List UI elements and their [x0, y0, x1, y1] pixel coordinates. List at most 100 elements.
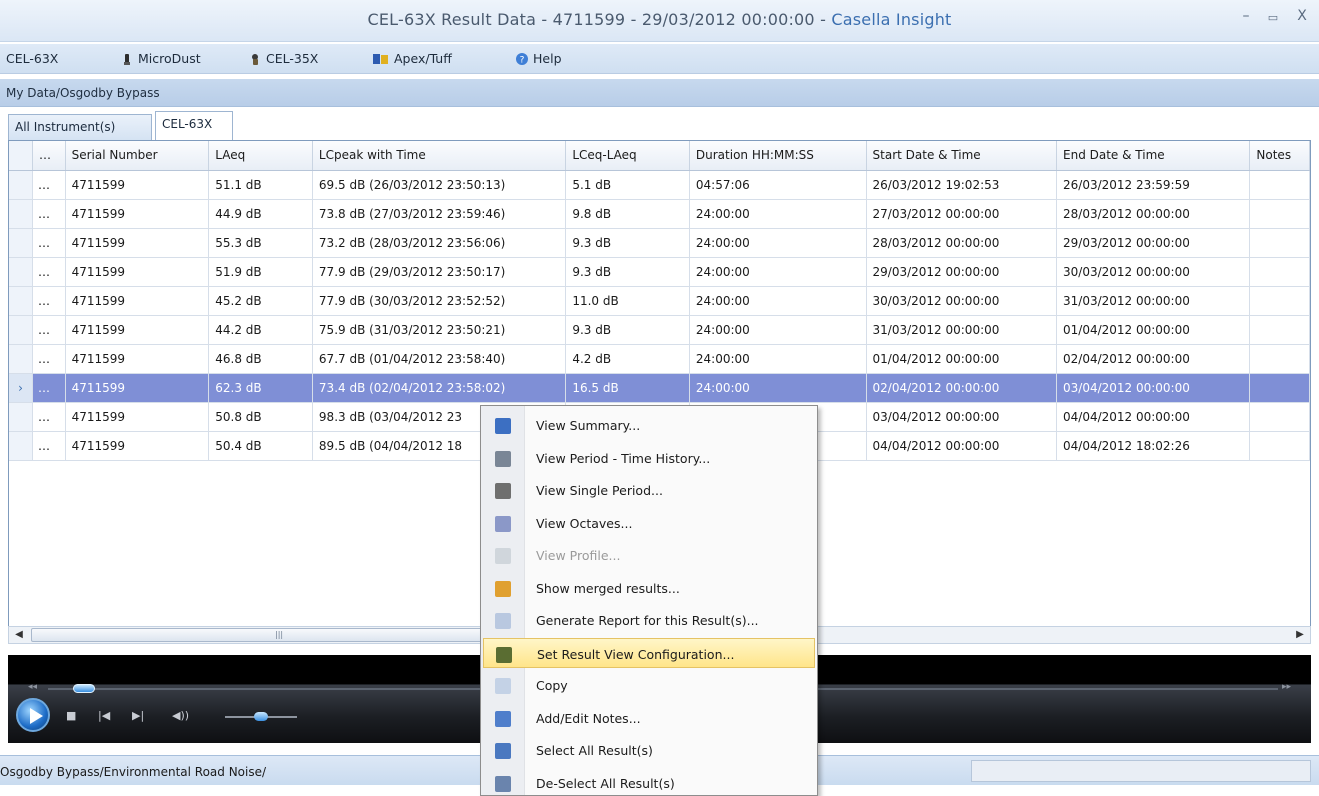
- cell-laeq[interactable]: 55.3 dB: [208, 228, 313, 258]
- cell-laeq[interactable]: 50.8 dB: [208, 402, 313, 432]
- cell-notes[interactable]: [1249, 402, 1310, 432]
- row-selector[interactable]: ›: [9, 373, 33, 403]
- cell-duration[interactable]: 24:00:00: [689, 373, 867, 403]
- cell-laeq[interactable]: 46.8 dB: [208, 344, 313, 374]
- cell-end-date[interactable]: 28/03/2012 00:00:00: [1056, 199, 1251, 229]
- column-header-lcpeak[interactable]: LCpeak with Time: [312, 141, 567, 171]
- table-row[interactable]: … 4711599 55.3 dB 73.2 dB (28/03/2012 23:56…: [9, 228, 1310, 258]
- column-header-end-date[interactable]: End Date & Time: [1056, 141, 1251, 171]
- cell-duration[interactable]: 24:00:00: [689, 257, 867, 287]
- row-selector[interactable]: [9, 228, 33, 258]
- cell-serial-number[interactable]: 4711599: [65, 431, 210, 461]
- table-row[interactable]: … 4711599 46.8 dB 67.7 dB (01/04/2012 23:58…: [9, 344, 1310, 374]
- cell-lcpeak[interactable]: 67.7 dB (01/04/2012 23:58:40): [312, 344, 567, 374]
- context-menu-item[interactable]: View Octaves...: [483, 508, 815, 538]
- cell-duration[interactable]: 04:57:06: [689, 170, 867, 200]
- cell-serial-number[interactable]: 4711599: [65, 170, 210, 200]
- cell-laeq[interactable]: 44.9 dB: [208, 199, 313, 229]
- cell-notes[interactable]: [1249, 257, 1310, 287]
- cell-lceq-laeq[interactable]: 9.3 dB: [565, 257, 690, 287]
- cell-notes[interactable]: [1249, 344, 1310, 374]
- cell-lcpeak[interactable]: 75.9 dB (31/03/2012 23:50:21): [312, 315, 567, 345]
- cell-lcpeak[interactable]: 77.9 dB (30/03/2012 23:52:52): [312, 286, 567, 316]
- context-menu-item[interactable]: Select All Result(s): [483, 735, 815, 765]
- cell-lcpeak[interactable]: 73.8 dB (27/03/2012 23:59:46): [312, 199, 567, 229]
- fast-forward-icon[interactable]: ▸▸: [1282, 682, 1291, 692]
- cell-serial-number[interactable]: 4711599: [65, 402, 210, 432]
- menu-cel63x[interactable]: CEL-63X: [6, 51, 58, 66]
- context-menu-item[interactable]: View Period - Time History...: [483, 443, 815, 473]
- table-row[interactable]: … 4711599 51.1 dB 69.5 dB (26/03/2012 23:50…: [9, 170, 1310, 200]
- cell-start-date[interactable]: 01/04/2012 00:00:00: [866, 344, 1058, 374]
- volume-handle[interactable]: [254, 712, 268, 721]
- cell-laeq[interactable]: 50.4 dB: [208, 431, 313, 461]
- table-row[interactable]: … 4711599 45.2 dB 77.9 dB (30/03/2012 23:52…: [9, 286, 1310, 316]
- menu-apex-tuff[interactable]: Apex/Tuff: [372, 51, 452, 66]
- cell-laeq[interactable]: 51.1 dB: [208, 170, 313, 200]
- minimize-button[interactable]: –: [1235, 8, 1257, 24]
- cell-ellipsis[interactable]: …: [32, 344, 66, 374]
- cell-notes[interactable]: [1249, 170, 1310, 200]
- close-button[interactable]: X: [1291, 8, 1313, 24]
- cell-laeq[interactable]: 62.3 dB: [208, 373, 313, 403]
- table-row[interactable]: … 4711599 51.9 dB 77.9 dB (29/03/2012 23:50…: [9, 257, 1310, 287]
- cell-lceq-laeq[interactable]: 5.1 dB: [565, 170, 690, 200]
- cell-laeq[interactable]: 51.9 dB: [208, 257, 313, 287]
- cell-start-date[interactable]: 29/03/2012 00:00:00: [866, 257, 1058, 287]
- scroll-right-icon[interactable]: ▶: [1292, 628, 1308, 642]
- row-selector[interactable]: [9, 431, 33, 461]
- cell-notes[interactable]: [1249, 228, 1310, 258]
- cell-end-date[interactable]: 04/04/2012 00:00:00: [1056, 402, 1251, 432]
- cell-lcpeak[interactable]: 73.4 dB (02/04/2012 23:58:02): [312, 373, 567, 403]
- cell-serial-number[interactable]: 4711599: [65, 373, 210, 403]
- cell-ellipsis[interactable]: …: [32, 199, 66, 229]
- tab-cel63x[interactable]: CEL-63X: [155, 111, 233, 141]
- cell-notes[interactable]: [1249, 199, 1310, 229]
- cell-ellipsis[interactable]: …: [32, 257, 66, 287]
- cell-end-date[interactable]: 30/03/2012 00:00:00: [1056, 257, 1251, 287]
- cell-start-date[interactable]: 31/03/2012 00:00:00: [866, 315, 1058, 345]
- column-header-ellipsis[interactable]: …: [32, 141, 66, 171]
- cell-lceq-laeq[interactable]: 9.8 dB: [565, 199, 690, 229]
- row-selector[interactable]: [9, 402, 33, 432]
- context-menu-item[interactable]: View Summary...: [483, 410, 815, 440]
- cell-lceq-laeq[interactable]: 11.0 dB: [565, 286, 690, 316]
- column-header-start-date[interactable]: Start Date & Time: [866, 141, 1058, 171]
- context-menu-item[interactable]: Show merged results...: [483, 573, 815, 603]
- menu-cel35x[interactable]: CEL-35X: [248, 51, 318, 66]
- cell-serial-number[interactable]: 4711599: [65, 257, 210, 287]
- rewind-icon[interactable]: ◂◂: [28, 682, 37, 692]
- cell-lceq-laeq[interactable]: 9.3 dB: [565, 228, 690, 258]
- cell-end-date[interactable]: 29/03/2012 00:00:00: [1056, 228, 1251, 258]
- volume-icon[interactable]: ◀)): [172, 709, 189, 722]
- row-selector[interactable]: [9, 170, 33, 200]
- context-menu-item[interactable]: Generate Report for this Result(s)...: [483, 605, 815, 635]
- context-menu-item[interactable]: De-Select All Result(s): [483, 768, 815, 796]
- cell-end-date[interactable]: 02/04/2012 00:00:00: [1056, 344, 1251, 374]
- cell-lceq-laeq[interactable]: 16.5 dB: [565, 373, 690, 403]
- cell-start-date[interactable]: 04/04/2012 00:00:00: [866, 431, 1058, 461]
- context-menu-item[interactable]: View Single Period...: [483, 475, 815, 505]
- cell-notes[interactable]: [1249, 373, 1310, 403]
- row-selector[interactable]: [9, 344, 33, 374]
- cell-serial-number[interactable]: 4711599: [65, 344, 210, 374]
- cell-duration[interactable]: 24:00:00: [689, 315, 867, 345]
- context-menu-item[interactable]: Set Result View Configuration...: [483, 637, 815, 668]
- cell-duration[interactable]: 24:00:00: [689, 286, 867, 316]
- column-header-notes[interactable]: Notes: [1249, 141, 1310, 171]
- cell-lcpeak[interactable]: 69.5 dB (26/03/2012 23:50:13): [312, 170, 567, 200]
- cell-ellipsis[interactable]: …: [32, 315, 66, 345]
- previous-icon[interactable]: |◀: [98, 709, 110, 722]
- cell-start-date[interactable]: 28/03/2012 00:00:00: [866, 228, 1058, 258]
- cell-notes[interactable]: [1249, 286, 1310, 316]
- column-header-serial-number[interactable]: Serial Number: [65, 141, 210, 171]
- row-selector[interactable]: [9, 315, 33, 345]
- tab-all-instruments[interactable]: All Instrument(s): [8, 114, 152, 140]
- cell-end-date[interactable]: 26/03/2012 23:59:59: [1056, 170, 1251, 200]
- stop-icon[interactable]: ■: [66, 709, 76, 722]
- cell-ellipsis[interactable]: …: [32, 228, 66, 258]
- cell-ellipsis[interactable]: …: [32, 170, 66, 200]
- row-selector[interactable]: [9, 286, 33, 316]
- cell-lceq-laeq[interactable]: 9.3 dB: [565, 315, 690, 345]
- cell-ellipsis[interactable]: …: [32, 402, 66, 432]
